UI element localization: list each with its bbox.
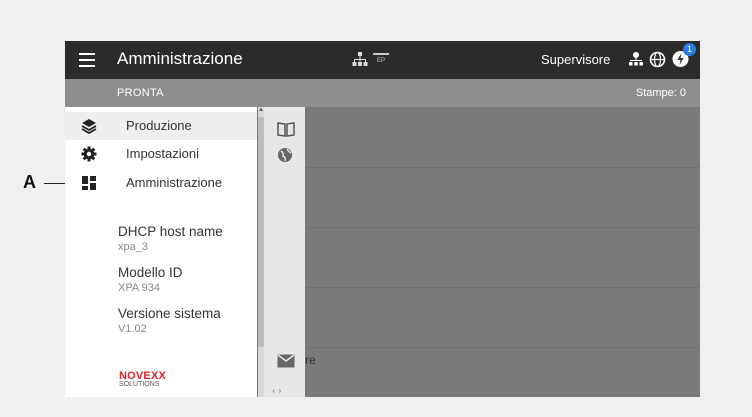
novexx-logo: NOVEXX SOLUTIONS <box>119 370 166 388</box>
background-text: re <box>305 353 316 367</box>
notification-badge[interactable]: 1 <box>683 43 696 56</box>
ep-icon[interactable]: EP <box>373 51 389 72</box>
info-value: xpa_3 <box>118 241 148 253</box>
printer-status: PRONTA <box>117 87 164 99</box>
book-icon[interactable] <box>277 121 295 137</box>
layers-icon <box>81 119 97 134</box>
menu-item-impostazioni[interactable]: Impostazioni <box>65 140 257 168</box>
hamburger-menu-icon[interactable] <box>79 53 95 67</box>
status-bar: PRONTA Stampe: 0 <box>65 79 700 107</box>
system-version-info: Versione sistema V1.02 <box>118 306 221 335</box>
dashboard-icon <box>82 176 96 190</box>
print-counter: Stampe: 0 <box>635 87 686 99</box>
network-icon[interactable] <box>352 51 368 67</box>
language-globe-icon[interactable] <box>649 51 666 68</box>
user-role: Supervisore <box>541 52 611 67</box>
content-divider <box>305 287 700 288</box>
top-app-bar: Amministrazione EP Supervisore 1 <box>65 41 700 79</box>
globe-icon[interactable] <box>277 147 293 163</box>
content-divider <box>305 167 700 168</box>
info-value: XPA 934 <box>118 282 160 294</box>
menu-item-label: Impostazioni <box>126 146 199 161</box>
info-label: Modello ID <box>118 265 183 280</box>
menu-item-amministrazione[interactable]: Amministrazione <box>65 169 257 197</box>
info-value: V1.02 <box>118 323 147 335</box>
gear-icon <box>81 146 97 162</box>
model-id-info: Modello ID XPA 934 <box>118 265 183 294</box>
user-hierarchy-icon[interactable] <box>628 51 644 67</box>
menu-item-label: Produzione <box>126 118 192 133</box>
dhcp-host-info: DHCP host name xpa_3 <box>118 224 223 253</box>
device-screen: Amministrazione EP Supervisore 1 PRONTA … <box>65 41 700 397</box>
mail-icon[interactable] <box>277 354 295 368</box>
logo-subtitle: SOLUTIONS <box>119 381 160 388</box>
menu-item-label: Amministrazione <box>126 175 223 190</box>
callout-label-a: A <box>23 172 36 192</box>
info-label: Versione sistema <box>118 306 221 321</box>
page-title: Amministrazione <box>117 49 243 68</box>
ep-label: EP <box>377 58 386 64</box>
content-divider <box>305 347 700 348</box>
navigation-drawer: Produzione Impostazioni Amministrazione … <box>65 107 257 397</box>
icon-rail <box>264 107 305 397</box>
content-divider <box>305 227 700 228</box>
menu-item-produzione[interactable]: Produzione <box>65 112 257 140</box>
info-label: DHCP host name <box>118 224 223 239</box>
horizontal-scroll-arrows-icon[interactable]: ‹ › <box>257 388 305 397</box>
